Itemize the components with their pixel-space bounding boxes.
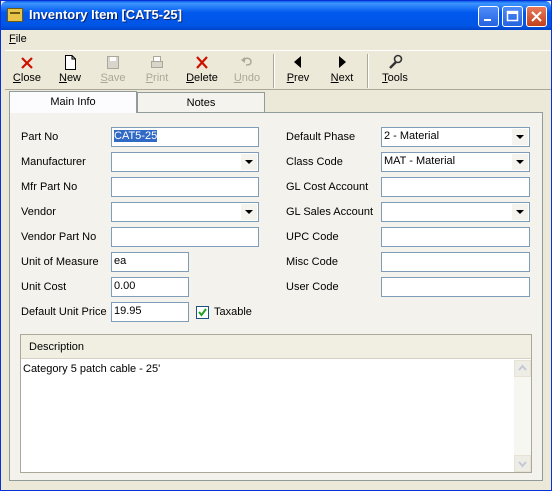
prev-label: Prev xyxy=(286,72,310,84)
description-box: Description Category 5 patch cable - 25' xyxy=(20,334,532,473)
tools-button[interactable]: Tools xyxy=(375,53,415,89)
misc-code-label: Misc Code xyxy=(286,256,338,268)
description-label: Description xyxy=(29,341,85,353)
tab-main-info-label: Main Info xyxy=(50,96,96,108)
tab-main-info[interactable]: Main Info xyxy=(9,91,137,113)
chevron-down-icon[interactable] xyxy=(241,204,257,220)
unit-cost-field[interactable]: 0.00 xyxy=(111,277,189,297)
arrow-right-icon xyxy=(339,56,346,68)
print-label: Print xyxy=(145,72,169,84)
print-button[interactable]: Print xyxy=(139,53,175,89)
description-scrollbar[interactable] xyxy=(514,360,531,472)
maximize-button[interactable] xyxy=(502,6,523,27)
user-code-label: User Code xyxy=(286,281,339,293)
gl-sales-account-label: GL Sales Account xyxy=(286,206,374,218)
scroll-up-arrow-icon[interactable] xyxy=(514,360,531,377)
chevron-down-icon[interactable] xyxy=(512,129,528,145)
upc-code-field[interactable] xyxy=(381,227,530,247)
tab-notes[interactable]: Notes xyxy=(137,92,265,112)
default-phase-label: Default Phase xyxy=(286,131,356,143)
default-unit-price-label: Default Unit Price xyxy=(21,306,107,318)
manufacturer-combo[interactable] xyxy=(111,152,259,172)
save-label: Save xyxy=(100,72,126,84)
toolbar-separator xyxy=(273,54,275,88)
next-label: Next xyxy=(330,72,354,84)
wrench-icon xyxy=(389,54,403,69)
menu-file[interactable]: File xyxy=(9,33,27,45)
maximize-icon xyxy=(506,10,519,22)
menu-bar: File xyxy=(1,30,551,49)
unit-of-measure-field[interactable]: ea xyxy=(111,252,189,272)
gl-cost-account-field[interactable] xyxy=(381,177,530,197)
vendor-part-no-field[interactable] xyxy=(111,227,259,247)
undo-button[interactable]: Undo xyxy=(229,53,265,89)
app-icon xyxy=(7,8,23,22)
default-phase-combo[interactable]: 2 - Material xyxy=(381,127,530,147)
mfr-part-no-field[interactable] xyxy=(111,177,259,197)
checkmark-icon xyxy=(198,308,207,317)
misc-code-field[interactable] xyxy=(381,252,530,272)
tools-label: Tools xyxy=(382,72,408,84)
close-window-button[interactable] xyxy=(526,6,547,27)
part-no-field[interactable]: CAT5-25 xyxy=(111,127,259,147)
printer-icon xyxy=(151,56,163,68)
minimize-icon xyxy=(484,19,491,21)
inventory-item-window: Inventory Item [CAT5-25] File Close New … xyxy=(0,0,552,491)
save-disk-icon xyxy=(107,56,119,69)
title-bar[interactable]: Inventory Item [CAT5-25] xyxy=(1,1,551,30)
new-button[interactable]: New xyxy=(53,53,87,89)
mfr-part-no-label: Mfr Part No xyxy=(21,181,78,193)
minimize-button[interactable] xyxy=(478,6,499,27)
chevron-down-icon[interactable] xyxy=(512,154,528,170)
prev-button[interactable]: Prev xyxy=(281,53,315,89)
undo-label: Undo xyxy=(233,72,261,84)
close-label: Close xyxy=(12,72,42,84)
close-x-icon xyxy=(531,11,542,22)
next-button[interactable]: Next xyxy=(325,53,359,89)
toolbar: Close New Save Print Delete Undo Prev Ne… xyxy=(5,50,551,90)
new-document-icon xyxy=(65,55,76,70)
unit-of-measure-label: Unit of Measure xyxy=(21,256,99,268)
save-button[interactable]: Save xyxy=(95,53,131,89)
chevron-down-icon[interactable] xyxy=(512,204,528,220)
taxable-checkbox[interactable] xyxy=(196,306,209,319)
window-title: Inventory Item [CAT5-25] xyxy=(29,7,182,22)
scroll-down-arrow-icon[interactable] xyxy=(514,455,531,472)
vendor-part-no-label: Vendor Part No xyxy=(21,231,97,243)
tab-notes-label: Notes xyxy=(186,97,216,109)
unit-cost-label: Unit Cost xyxy=(21,281,67,293)
manufacturer-label: Manufacturer xyxy=(21,156,86,168)
close-button[interactable]: Close xyxy=(9,53,45,89)
class-code-label: Class Code xyxy=(286,156,343,168)
user-code-field[interactable] xyxy=(381,277,530,297)
close-icon xyxy=(21,57,33,69)
new-label: New xyxy=(58,72,81,84)
class-code-combo[interactable]: MAT - Material xyxy=(381,152,530,172)
gl-sales-account-combo[interactable] xyxy=(381,202,530,222)
chevron-down-icon[interactable] xyxy=(241,154,257,170)
delete-icon xyxy=(196,56,208,69)
upc-code-label: UPC Code xyxy=(286,231,339,243)
arrow-left-icon xyxy=(294,56,301,68)
default-unit-price-field[interactable]: 19.95 xyxy=(111,302,189,322)
vendor-combo[interactable] xyxy=(111,202,259,222)
taxable-label: Taxable xyxy=(214,306,252,318)
description-textarea[interactable]: Category 5 patch cable - 25' xyxy=(23,363,160,375)
undo-icon xyxy=(241,57,252,66)
toolbar-separator xyxy=(367,54,369,88)
description-header: Description xyxy=(21,335,531,359)
gl-cost-account-label: GL Cost Account xyxy=(286,181,369,193)
vendor-label: Vendor xyxy=(21,206,56,218)
delete-label: Delete xyxy=(186,72,218,84)
delete-button[interactable]: Delete xyxy=(181,53,223,89)
part-no-label: Part No xyxy=(21,131,59,143)
